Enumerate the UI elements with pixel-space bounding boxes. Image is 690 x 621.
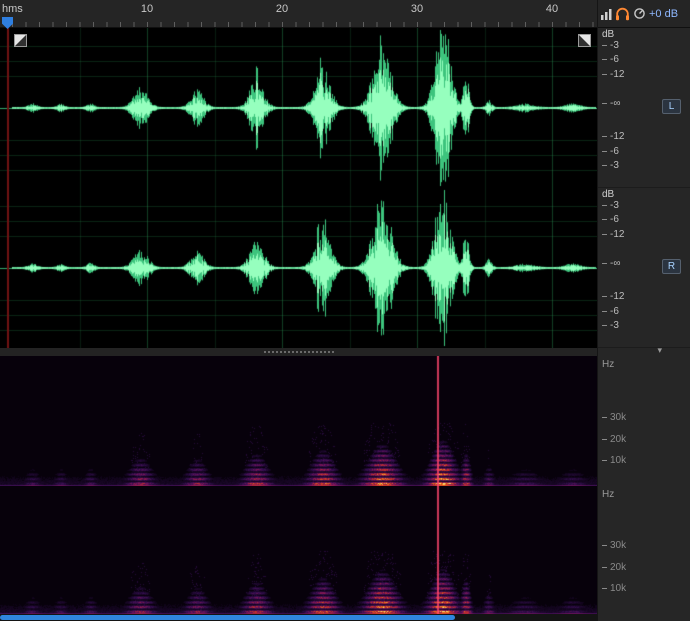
waveform-panel-left [0,28,597,188]
scale-tick-mark [602,588,607,589]
scale-value-label: -∞ [602,99,620,109]
channel-button-left[interactable]: L [662,99,681,114]
scale-tick-mark [602,439,607,440]
scale-value-label: -12 [602,132,624,142]
scale-tick-mark [602,165,607,166]
audio-editor-window: hms 10 20 30 40 [0,0,690,621]
scale-value-label: -∞ [602,259,620,269]
headphones-icon[interactable] [615,7,630,21]
editor-main-column: hms 10 20 30 40 [0,0,597,621]
scale-value-label: 10k [602,584,626,594]
scale-value-label: -6 [602,147,619,157]
panel-split-divider[interactable] [0,348,597,356]
scale-tick-mark [602,311,607,312]
scale-value-label: 10k [602,456,626,466]
scale-tick-mark [602,417,607,418]
ruler-tick-label: 20 [276,3,288,15]
collapse-chevron-icon[interactable]: ▾ [657,345,662,356]
scale-unit-label: dB [602,190,614,200]
ruler-tick-marks [12,22,597,27]
scale-value-label: -12 [602,70,624,80]
ruler-unit-label: hms [2,3,23,15]
scale-tick-mark [602,151,607,152]
freq-scale-right: Hz 30k 20k 10k [598,486,690,614]
divider-grip-icon[interactable] [263,350,335,354]
db-scale-right: R dB-3-6-12-∞-12-6-3 [598,188,690,348]
ruler-tick-label: 30 [411,3,423,15]
scale-unit-label: dB [602,30,614,40]
freq-scale-left: Hz 30k 20k 10k [598,356,690,486]
horizontal-scrollbar[interactable] [0,614,597,621]
scale-value-label: -6 [602,55,619,65]
monitor-toolbar: +0 dB [598,0,690,28]
scrollbar-thumb[interactable] [0,615,455,620]
timeline-ruler[interactable]: hms 10 20 30 40 [0,0,597,28]
scale-value-label: -6 [602,307,619,317]
right-scale-gutter: +0 dB L dB-3-6-12-∞-12-6-3 R dB-3-6-12-∞… [597,0,690,621]
waveform-canvas-left[interactable] [0,28,597,188]
scale-value-label: 20k [602,435,626,445]
scale-tick-mark [602,567,607,568]
spectrogram-panel-left [0,356,597,486]
scale-value-label: 30k [602,541,626,551]
scale-value-label: 20k [602,563,626,573]
scale-tick-mark [602,296,607,297]
level-meter-icon[interactable] [601,8,612,20]
scale-value-label: -12 [602,230,624,240]
scale-tick-mark [602,325,607,326]
waveform-canvas-right[interactable] [0,188,597,348]
channel-button-right[interactable]: R [662,259,681,274]
ruler-tick-label: 40 [546,3,558,15]
scale-tick-mark [602,74,607,75]
scale-tick-mark [602,103,607,104]
fade-in-handle[interactable] [14,34,27,47]
scale-value-label: -3 [602,201,619,211]
spectrogram-canvas-left[interactable] [0,356,597,486]
db-scale-left: L dB-3-6-12-∞-12-6-3 [598,28,690,188]
ruler-tick-label: 10 [141,3,153,15]
scale-unit-label: Hz [602,490,614,500]
scale-tick-mark [602,234,607,235]
scale-tick-mark [602,205,607,206]
scale-value-label: -3 [602,161,619,171]
spectrogram-panel-right [0,486,597,614]
gain-knob-icon[interactable] [633,7,646,20]
gutter-divider: ▾ [598,348,690,356]
scale-value-label: -3 [602,41,619,51]
scale-tick-mark [602,263,607,264]
scale-value-label: -6 [602,215,619,225]
waveform-panel-right [0,188,597,348]
scale-tick-mark [602,219,607,220]
scale-tick-mark [602,45,607,46]
scale-tick-mark [602,59,607,60]
fade-out-handle[interactable] [578,34,591,47]
spectrogram-canvas-right[interactable] [0,486,597,614]
scale-value-label: -3 [602,321,619,331]
scale-tick-mark [602,460,607,461]
scale-value-label: -12 [602,292,624,302]
scale-tick-mark [602,545,607,546]
scale-tick-mark [602,136,607,137]
scale-value-label: 30k [602,413,626,423]
scale-unit-label: Hz [602,360,614,370]
gain-value-label[interactable]: +0 dB [649,8,678,20]
